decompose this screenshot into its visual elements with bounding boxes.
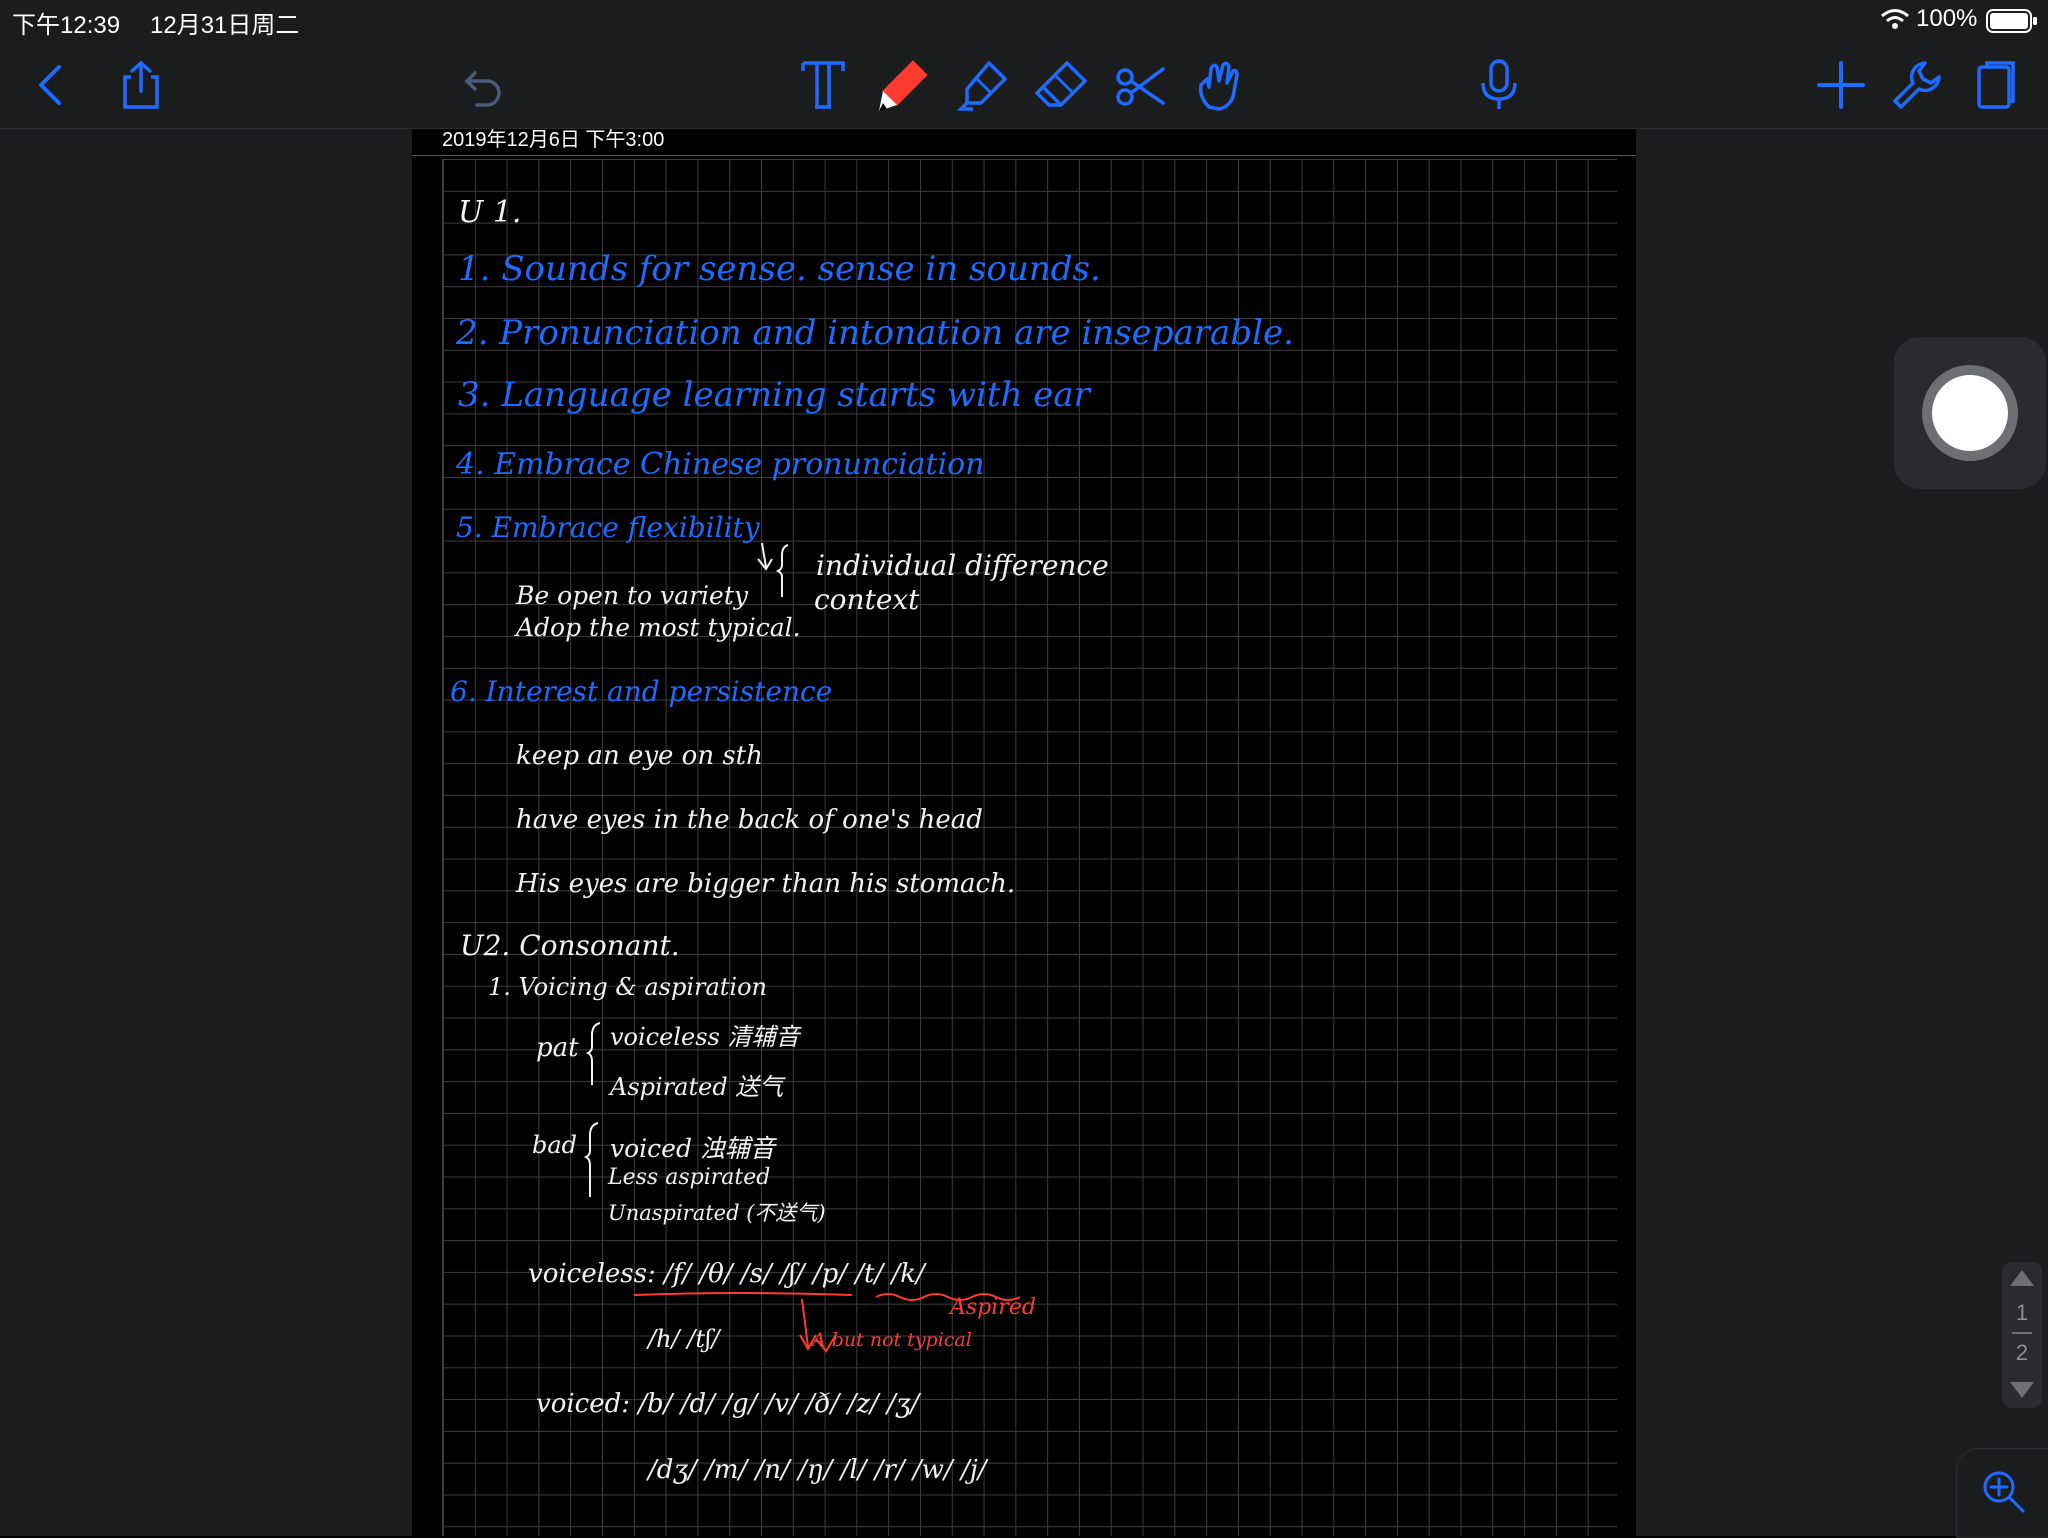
text-tool-icon[interactable] [788, 50, 858, 120]
notebook-page[interactable]: 2019年12月6日 下午3:00 U 1. 1. Sounds for sen… [412, 129, 1636, 1536]
note-pat: pat [536, 1033, 579, 1063]
wifi-icon [1880, 8, 1910, 35]
note-item-2: 2. Pronunciation and intonation are inse… [456, 313, 1294, 353]
note-item-4: 4. Embrace Chinese pronunciation [456, 447, 985, 482]
note-voiced-row-2: /dʒ/ /m/ /n/ /ŋ/ /l/ /r/ /w/ /j/ [648, 1455, 987, 1485]
battery-percent: 100% [1916, 5, 1978, 32]
assistive-touch-ring [1922, 365, 2018, 461]
battery-icon [1986, 9, 2038, 38]
pen-tool-icon[interactable] [868, 50, 938, 120]
status-bar: 下午12:39 12月31日周二 100% [0, 0, 2048, 40]
highlighter-tool-icon[interactable] [948, 50, 1018, 120]
note-item-6: 6. Interest and persistence [450, 675, 833, 708]
canvas-margin-left [0, 129, 412, 1536]
note-bad-sub-2: Less aspirated [608, 1165, 771, 1190]
note-idiom-1: keep an eye on sth [516, 741, 763, 771]
page-header-divider [412, 155, 1636, 156]
assistive-touch-button[interactable] [1894, 337, 2046, 489]
status-date: 12月31日周二 [150, 12, 300, 39]
page-divider [2012, 1332, 2032, 1334]
note-item-5-sub-1: individual difference [816, 549, 1109, 582]
note-item-5: 5. Embrace flexibility [456, 511, 760, 544]
note-pat-sub-2: Aspirated 送气 [610, 1073, 784, 1101]
note-idiom-2: have eyes in the back of one's head [516, 805, 983, 835]
page-date-header: 2019年12月6日 下午3:00 [442, 129, 665, 151]
toolbar [0, 40, 2048, 129]
scissors-tool-icon[interactable] [1106, 50, 1176, 120]
note-u2-title: U2. Consonant. [460, 929, 680, 962]
brace-mark [757, 542, 789, 597]
add-icon[interactable] [1806, 50, 1876, 120]
note-bad-sub-3: Unaspirated (不送气) [608, 1201, 826, 1225]
assistive-touch-core [1932, 375, 2008, 451]
page-navigator[interactable]: 1 2 [2002, 1262, 2042, 1408]
note-voiceless-row: voiceless: /f/ /θ/ /s/ /ʃ/ /p/ /t/ /k/ [528, 1259, 925, 1289]
page-down-icon[interactable] [2008, 1380, 2036, 1400]
zoom-button[interactable] [1956, 1448, 2048, 1538]
note-item-5-line-1: Be open to variety [516, 581, 748, 610]
wrench-icon[interactable] [1882, 50, 1952, 120]
note-bad: bad [532, 1131, 578, 1159]
note-item-5-sub-2: context [814, 583, 920, 616]
eraser-tool-icon[interactable] [1026, 50, 1096, 120]
note-aspired: Aspired [950, 1295, 1036, 1320]
undo-icon[interactable] [448, 50, 518, 120]
brace-mark [583, 1122, 599, 1197]
status-time: 下午12:39 [12, 12, 121, 39]
note-item-1: 1. Sounds for sense. sense in sounds. [458, 249, 1101, 289]
note-bad-sub-1: voiced 浊辅音 [610, 1134, 775, 1163]
note-u2-item-1: 1. Voicing & aspiration [488, 973, 768, 1001]
microphone-icon[interactable] [1464, 50, 1534, 120]
note-item-3: 3. Language learning starts with ear [458, 375, 1090, 415]
zoom-in-icon [1983, 1471, 2025, 1513]
brace-mark [585, 1022, 601, 1085]
note-idiom-3: His eyes are bigger than his stomach. [516, 869, 1016, 899]
note-u1-title: U 1. [458, 195, 522, 230]
note-item-5-line-2: Adop the most typical. [516, 613, 801, 642]
note-not-typical: A but not typical [812, 1329, 972, 1351]
page-total: 2 [2015, 1340, 2029, 1365]
back-icon[interactable] [18, 50, 88, 120]
share-icon[interactable] [106, 50, 176, 120]
note-voiceless-row-2: /h/ /tʃ/ [648, 1325, 720, 1353]
page-current: 1 [2015, 1300, 2029, 1325]
note-voiced-row: voiced: /b/ /d/ /g/ /v/ /ð/ /z/ /ʒ/ [536, 1389, 920, 1419]
page-up-icon[interactable] [2008, 1268, 2036, 1288]
note-pat-sub-1: voiceless 清辅音 [610, 1023, 800, 1051]
hand-tool-icon[interactable] [1184, 50, 1254, 120]
pages-icon[interactable] [1960, 50, 2030, 120]
